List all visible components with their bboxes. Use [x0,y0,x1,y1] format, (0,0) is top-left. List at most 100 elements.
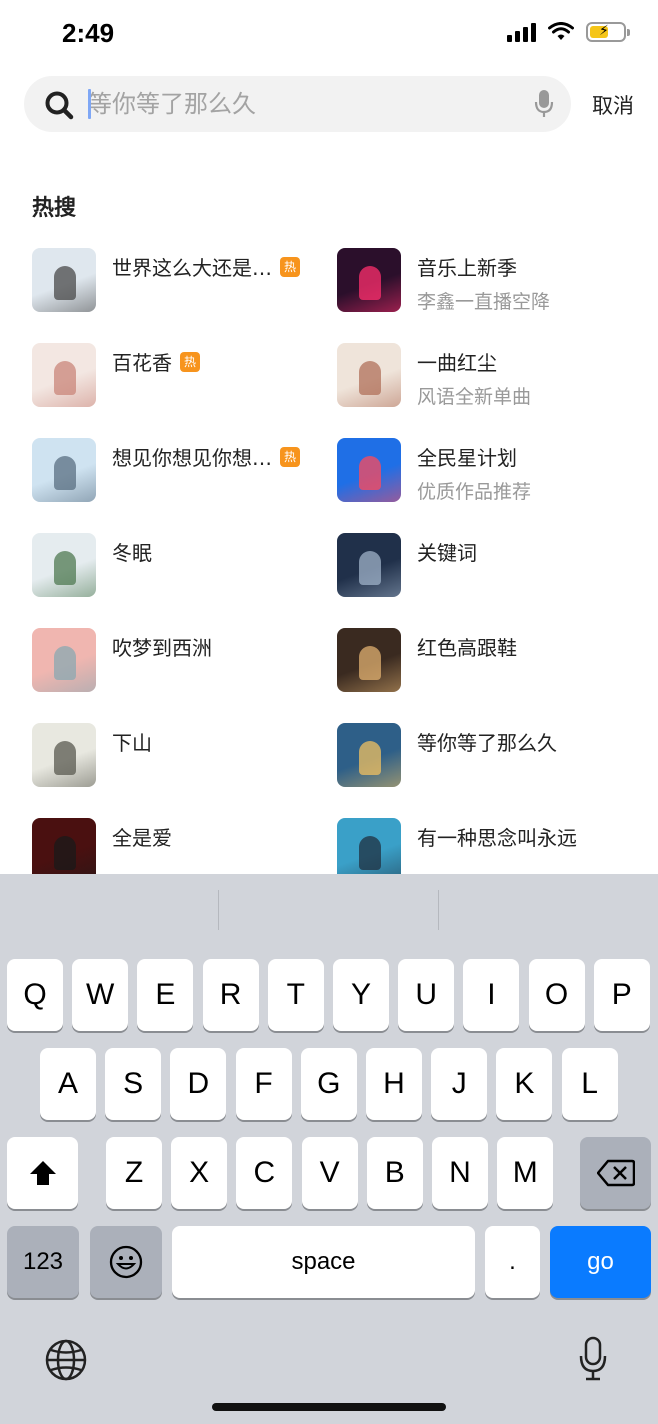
cover-thumbnail [337,628,401,692]
hot-search-item[interactable]: 下山 [32,723,337,787]
status-time: 2:49 [62,18,115,48]
go-key[interactable]: go [550,1226,651,1298]
key-c[interactable]: C [236,1137,293,1209]
hot-search-item[interactable]: 红色高跟鞋 [337,628,642,692]
cover-thumbnail [32,248,96,312]
key-s[interactable]: S [105,1048,162,1120]
cover-thumbnail [32,628,96,692]
emoji-key[interactable] [90,1226,162,1298]
period-key[interactable]: . [485,1226,540,1298]
hot-badge: 热 [280,446,300,467]
hot-search-item-title: 一曲红尘 [417,351,497,375]
hot-search-item[interactable]: 有一种思念叫永远 [337,818,642,882]
hot-search-item[interactable]: 冬眠 [32,533,337,597]
hot-search-item-title: 红色高跟鞋 [417,636,517,660]
hot-search-list: 世界这么大还是… 热音乐上新季 李鑫一直播空降 百花香热一曲红尘 风语全新单曲 想见你想见… [0,248,658,882]
cellular-signal-icon [507,22,536,42]
hot-search-item-title: 音乐上新季 [417,256,517,280]
cover-thumbnail [337,343,401,407]
hot-badge: 热 [280,256,300,277]
status-icons: ⚡ [507,22,630,42]
key-j[interactable]: J [431,1048,488,1120]
backspace-key[interactable] [580,1137,651,1209]
hot-search-item-title: 吹梦到西洲 [112,636,212,660]
key-t[interactable]: T [267,959,324,1031]
key-f[interactable]: F [235,1048,292,1120]
hot-search-item[interactable]: 百花香热 [32,343,337,407]
hot-search-item-title: 关键词 [417,541,477,565]
cancel-button[interactable]: 取消 [592,90,634,120]
key-e[interactable]: E [137,959,194,1031]
wifi-icon [548,22,574,40]
microphone-icon[interactable] [533,89,555,119]
key-m[interactable]: M [497,1137,554,1209]
cover-thumbnail [32,343,96,407]
key-q[interactable]: Q [7,959,63,1031]
key-x[interactable]: X [171,1137,228,1209]
hot-search-item[interactable]: 关键词 [337,533,642,597]
suggestion-divider [438,890,439,930]
search-input[interactable] [88,76,518,132]
hot-search-item[interactable]: 吹梦到西洲 [32,628,337,692]
numbers-key[interactable]: 123 [7,1226,79,1298]
key-o[interactable]: O [528,959,585,1031]
hot-search-item[interactable]: 想见你想见你想… 热 [32,438,337,502]
key-v[interactable]: V [301,1137,358,1209]
key-z[interactable]: Z [106,1137,162,1209]
suggestion-divider [218,890,219,930]
hot-search-item-title: 有一种思念叫永远 [417,826,577,850]
hot-search-item-subtitle: 优质作品推荐 [417,481,532,503]
hot-search-item-title: 百花香 [112,351,172,375]
status-bar: 2:49 ⚡ [0,0,658,70]
globe-icon[interactable] [44,1338,88,1382]
key-l[interactable]: L [561,1048,618,1120]
key-i[interactable]: I [463,959,520,1031]
hot-search-item[interactable]: 等你等了那么久 [337,723,642,787]
space-key[interactable]: space [172,1226,475,1298]
hot-search-item[interactable]: 音乐上新季李鑫一直播空降 [337,248,642,313]
hot-search-item[interactable]: 世界这么大还是… 热 [32,248,337,312]
hot-search-item-title: 等你等了那么久 [417,731,557,755]
key-d[interactable]: D [170,1048,227,1120]
key-h[interactable]: H [366,1048,422,1120]
home-indicator [212,1403,446,1411]
key-r[interactable]: R [202,959,259,1031]
hot-search-title: 热搜 [32,196,77,221]
key-b[interactable]: B [366,1137,423,1209]
key-k[interactable]: K [496,1048,553,1120]
key-g[interactable]: G [300,1048,357,1120]
key-w[interactable]: W [72,959,129,1031]
text-caret [88,89,91,119]
cover-thumbnail [32,533,96,597]
key-n[interactable]: N [432,1137,488,1209]
hot-search-item-title: 世界这么大还是… [112,256,272,280]
search-row: 取消 [24,76,644,132]
key-a[interactable]: A [40,1048,96,1120]
cover-thumbnail [337,248,401,312]
hot-search-item[interactable]: 一曲红尘风语全新单曲 [337,343,642,408]
keyboard: Q W E R T Y U I O P A S D F G H J K L Z X C V B N M 123 space. go [0,874,658,1424]
cover-thumbnail [337,438,401,502]
shift-icon [29,1161,56,1185]
dictation-mic-icon[interactable] [578,1336,608,1382]
hot-search-item-title: 冬眠 [112,541,152,565]
hot-search-item-subtitle: 风语全新单曲 [417,386,532,408]
shift-key[interactable] [7,1137,78,1209]
search-icon [45,91,74,120]
search-box[interactable] [24,76,571,132]
hot-search-item-title: 全是爱 [112,826,172,850]
hot-search-item-subtitle: 李鑫一直播空降 [417,291,551,313]
hot-badge: 热 [180,351,200,372]
emoji-icon [109,1245,143,1279]
cover-thumbnail [32,818,96,882]
key-p[interactable]: P [593,959,650,1031]
cover-thumbnail [337,723,401,787]
hot-search-item[interactable]: 全是爱 [32,818,337,882]
battery-icon: ⚡ [586,22,630,42]
key-u[interactable]: U [398,959,455,1031]
cover-thumbnail [337,818,401,882]
hot-search-item[interactable]: 全民星计划 优质作品推荐 [337,438,642,503]
hot-search-item-title: 想见你想见你想… [112,446,272,470]
key-y[interactable]: Y [333,959,389,1031]
cover-thumbnail [32,438,96,502]
